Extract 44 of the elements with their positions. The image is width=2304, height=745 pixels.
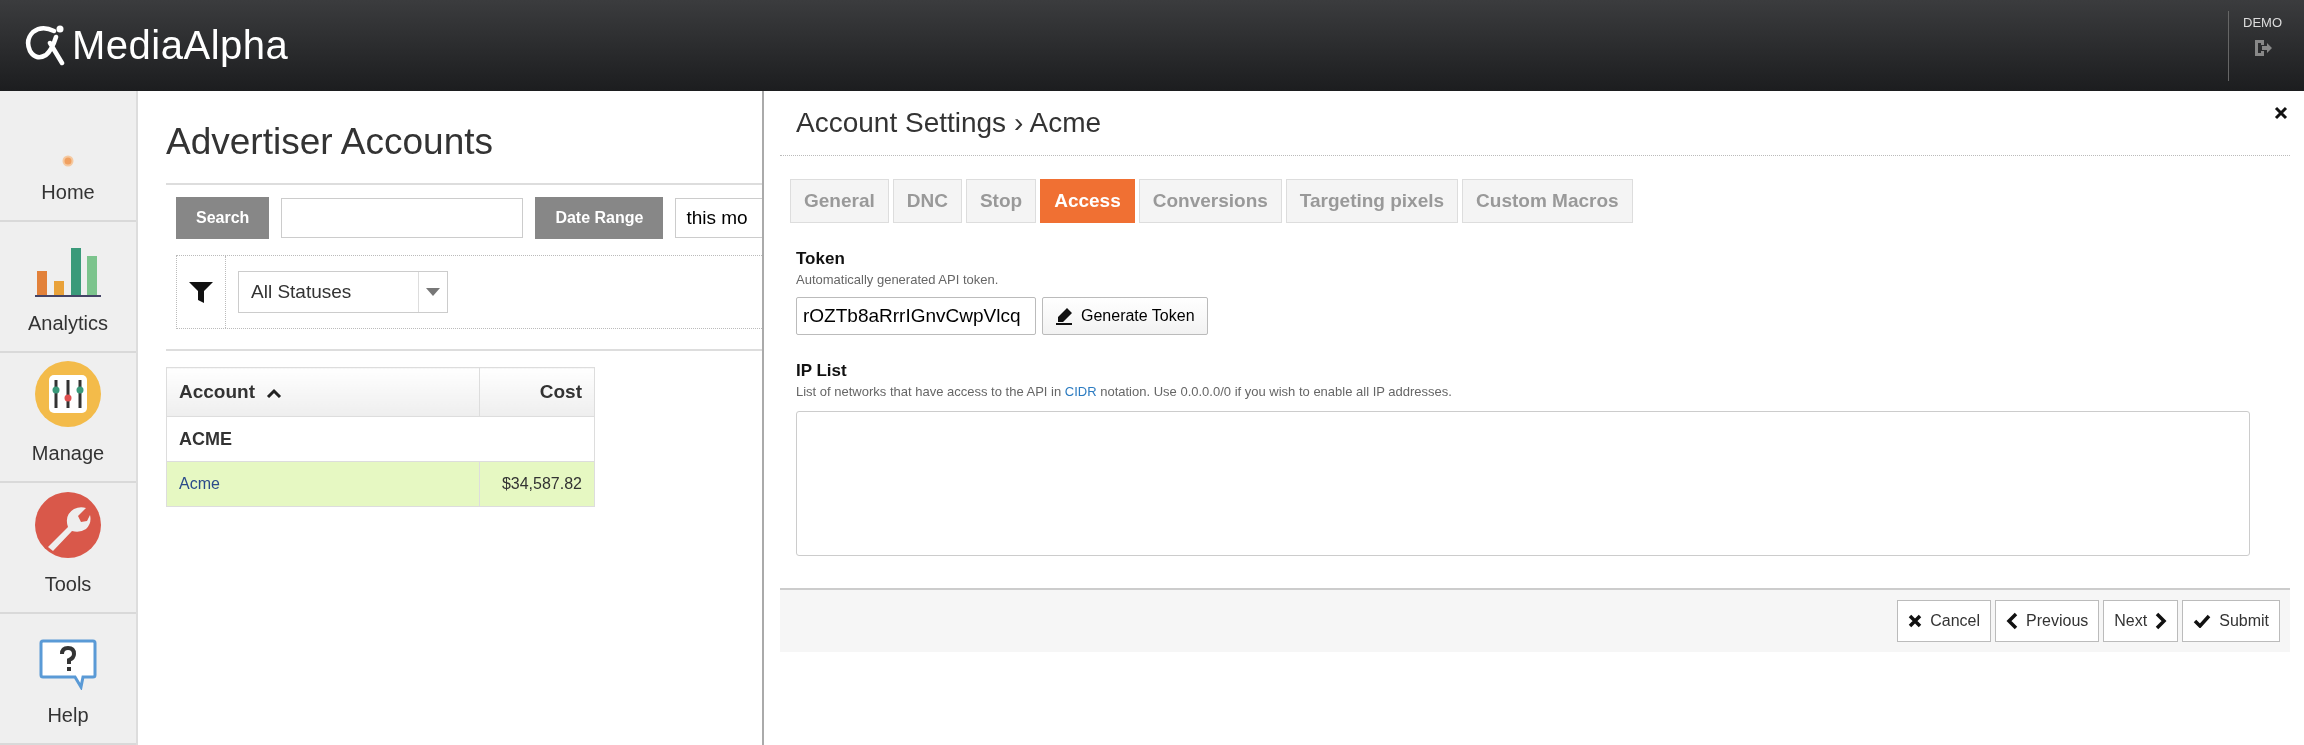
- column-header[interactable]: Cost: [479, 367, 595, 417]
- group-header: ACME: [166, 416, 595, 462]
- cancel-button[interactable]: Cancel: [1897, 600, 1992, 642]
- date-range-button[interactable]: Date Range: [535, 197, 664, 239]
- pencil-icon: [1055, 307, 1073, 325]
- checkmark-icon: [2193, 614, 2212, 628]
- page-title: Advertiser Accounts: [166, 121, 493, 163]
- bar-chart-icon: [35, 245, 101, 298]
- logout-icon[interactable]: [2252, 37, 2273, 58]
- next-button[interactable]: Next: [2103, 600, 2179, 642]
- submit-button[interactable]: Submit: [2182, 600, 2280, 642]
- search-button[interactable]: Search: [176, 197, 270, 239]
- modal-title: Account Settings › Acme: [796, 107, 1103, 139]
- help-text: List of networks that have access to the API in CIDR notation. Use 0.0.0.0/0 if you wish to enable all IP addresses.: [796, 384, 1453, 399]
- token-field[interactable]: rOZTb8aRrrIGnvCwpVlcq: [796, 297, 1036, 335]
- status-dropdown[interactable]: All Statuses: [238, 271, 448, 313]
- sidebar-item[interactable]: Analytics: [0, 221, 136, 353]
- help-text: Automatically generated API token.: [796, 272, 1000, 287]
- filter-icon: [188, 280, 214, 304]
- close-icon: [1908, 614, 1923, 628]
- sidebar-item[interactable]: Tools: [0, 483, 136, 615]
- generate-token-button[interactable]: Generate Token: [1042, 297, 1208, 335]
- sidebar-item[interactable]: Home: [0, 91, 136, 222]
- sliders-icon: [34, 360, 102, 429]
- chevron-left-icon: [2006, 612, 2019, 630]
- user-name: DEMO: [2243, 14, 2282, 30]
- help-icon: [39, 638, 97, 690]
- search-field[interactable]: [281, 198, 524, 238]
- field-label: Token: [796, 249, 846, 269]
- dot-icon: [62, 154, 74, 167]
- close-icon[interactable]: [2274, 106, 2288, 120]
- column-header[interactable]: Account: [166, 367, 480, 417]
- sidebar-item[interactable]: Manage: [0, 352, 136, 484]
- sidebar-item[interactable]: Help: [0, 614, 136, 745]
- table-cell: $34,587.82: [479, 461, 595, 507]
- caret-icon: [426, 288, 440, 296]
- logo-text: MediaAlpha: [72, 23, 289, 68]
- chevron-right-icon: [2155, 612, 2168, 630]
- account-link[interactable]: Acme: [166, 461, 480, 507]
- wrench-icon: [34, 491, 102, 560]
- field-label: IP List: [796, 361, 848, 381]
- cidr-link[interactable]: CIDR: [1064, 384, 1097, 399]
- previous-button[interactable]: Previous: [1995, 600, 2100, 642]
- ip-list-field[interactable]: [796, 411, 2250, 556]
